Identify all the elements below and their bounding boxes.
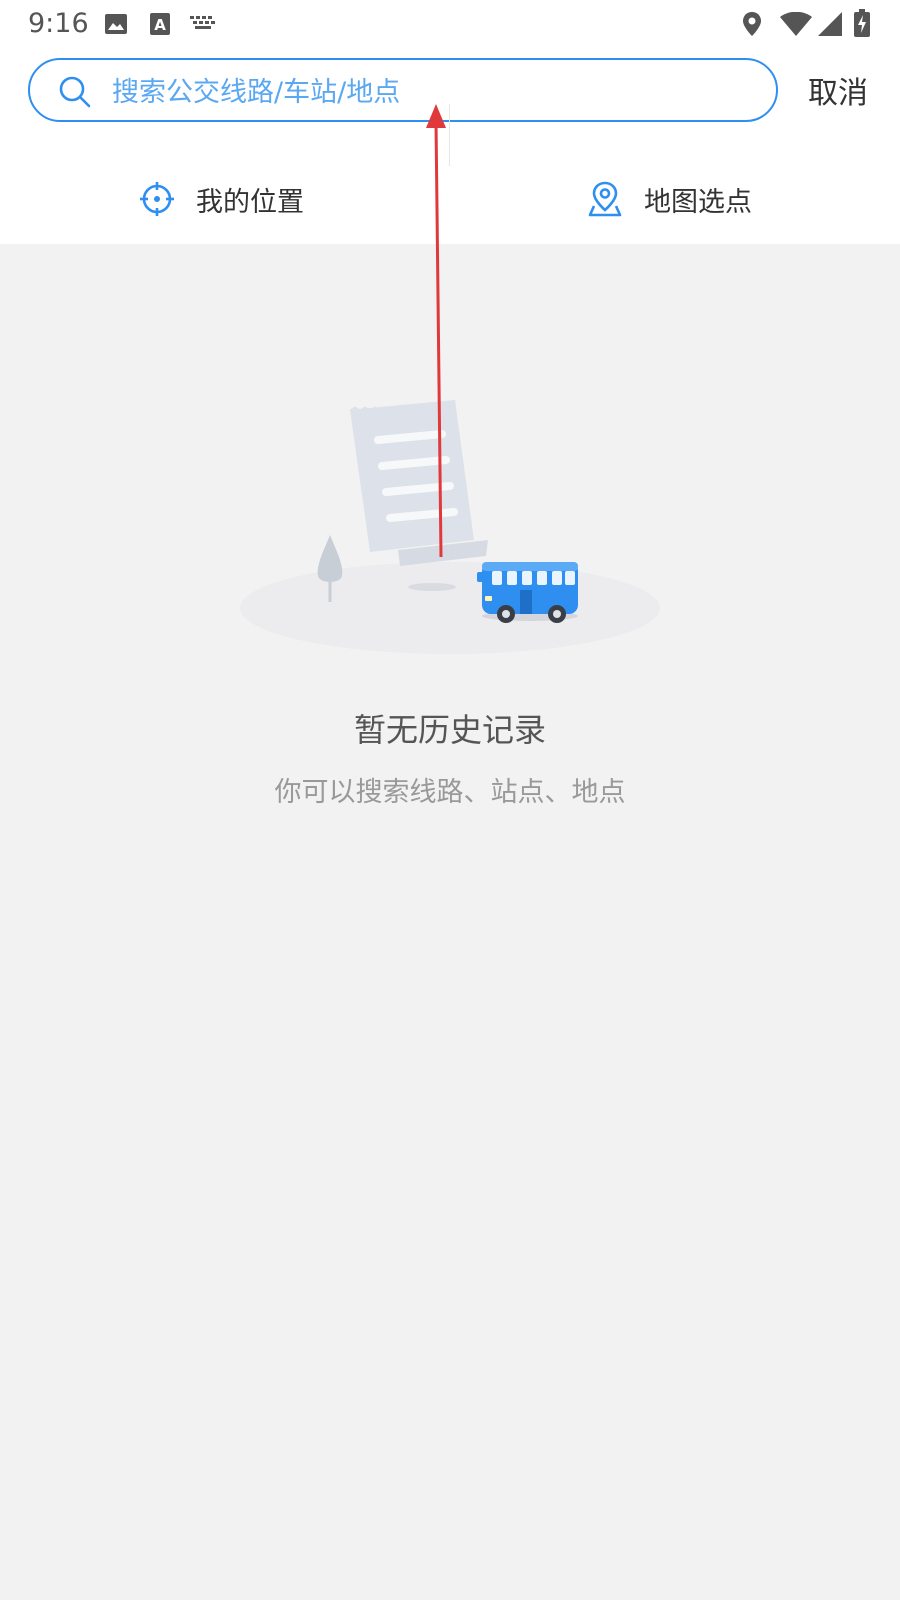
map-pin-icon bbox=[588, 181, 622, 217]
search-icon bbox=[59, 76, 91, 108]
crosshair-icon bbox=[140, 182, 174, 216]
wifi-icon bbox=[780, 12, 812, 36]
cancel-button[interactable]: 取消 bbox=[808, 68, 868, 112]
signal-icon bbox=[818, 12, 842, 36]
text-a-icon: A bbox=[150, 13, 170, 35]
status-time: 9:16 bbox=[28, 8, 89, 39]
receipt-illustration bbox=[349, 399, 488, 566]
search-box[interactable] bbox=[28, 58, 778, 122]
image-icon bbox=[105, 14, 127, 34]
keyboard-icon bbox=[190, 16, 215, 29]
map-pick-label: 地图选点 bbox=[644, 186, 752, 218]
my-location-button[interactable]: 我的位置 bbox=[140, 154, 304, 244]
bus-icon bbox=[477, 562, 578, 623]
svg-text:A: A bbox=[154, 16, 166, 34]
quick-actions-divider bbox=[449, 104, 450, 166]
quick-actions: 我的位置 地图选点 bbox=[0, 154, 900, 244]
status-bar: 9:16 A bbox=[0, 0, 900, 50]
battery-charging-icon bbox=[854, 9, 870, 37]
my-location-label: 我的位置 bbox=[196, 186, 304, 218]
search-header: 取消 我的位置 地图选点 bbox=[0, 50, 900, 244]
search-input[interactable] bbox=[110, 66, 734, 118]
empty-history-illustration bbox=[240, 399, 660, 654]
empty-history-title: 暂无历史记录 bbox=[353, 711, 546, 749]
empty-history-subtitle: 你可以搜索线路、站点、地点 bbox=[274, 777, 626, 808]
map-pick-button[interactable]: 地图选点 bbox=[588, 154, 752, 244]
location-pin-icon bbox=[743, 12, 761, 36]
